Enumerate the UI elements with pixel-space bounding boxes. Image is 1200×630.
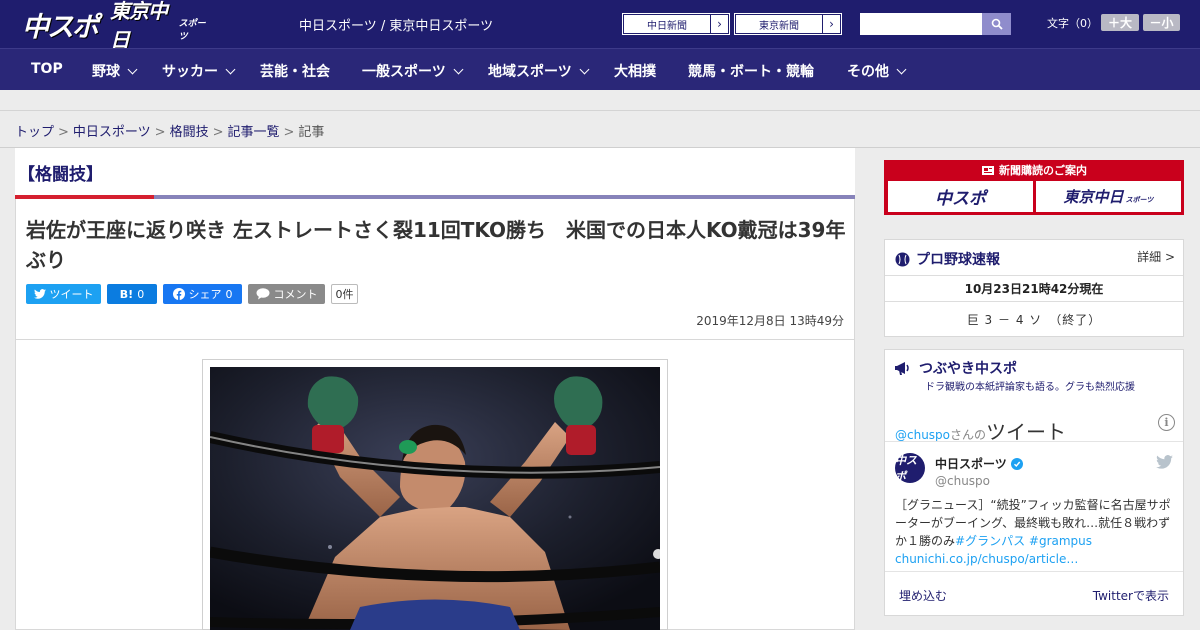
tweet-account-handle[interactable]: @chuspo xyxy=(935,474,990,488)
comment-bubble-icon xyxy=(256,288,269,300)
search-button[interactable] xyxy=(982,13,1011,35)
ad-chuspo-logo[interactable]: 中スポ xyxy=(888,181,1033,212)
search-input[interactable] xyxy=(860,13,982,35)
font-larger-button[interactable]: ＋大 xyxy=(1101,14,1139,31)
baseball-scores-widget: プロ野球速報 詳細 > 10月23日21時42分現在 巨 3 － 4 ソ （終了… xyxy=(884,239,1184,337)
nav-item-top[interactable]: TOP xyxy=(31,61,63,77)
hatena-bookmark-button[interactable]: B! 0 xyxy=(107,284,157,304)
tokyo-shimbun-link[interactable]: 東京新聞 › xyxy=(734,13,842,35)
twitter-widget-subtitle: ドラ観戦の本紙評論家も語る。グラも熱烈応援 xyxy=(925,382,1135,393)
header-spacer xyxy=(0,90,1200,111)
nav-item-sumo[interactable]: 大相撲 xyxy=(614,61,656,81)
article-photo[interactable] xyxy=(210,367,660,630)
nav-item-general-sports[interactable]: 一般スポーツ xyxy=(362,61,464,81)
category-label: 【格闘技】 xyxy=(18,165,103,185)
main-nav: TOP 野球 サッカー 芸能・社会 一般スポーツ 地域スポーツ 大相撲 競馬・ボ… xyxy=(0,48,1200,90)
breadcrumb-article-list[interactable]: 記事一覧 xyxy=(228,125,280,140)
divider xyxy=(885,275,1183,276)
nav-item-other[interactable]: その他 xyxy=(847,61,907,81)
tweet-text: ［グラニュース］“続投”フィッカ監督に名古屋サポーターがブーイング、最終戦も敗れ… xyxy=(895,498,1171,566)
chevron-down-icon xyxy=(579,64,590,75)
baseball-score[interactable]: 巨 3 － 4 ソ （終了） xyxy=(885,311,1183,328)
tokyo-chunichi-logo[interactable]: 東京中日 スポーツ xyxy=(110,0,210,52)
nav-item-entertainment[interactable]: 芸能・社会 xyxy=(260,61,330,81)
search-icon xyxy=(991,18,1003,30)
chunichi-shimbun-link[interactable]: 中日新聞 › xyxy=(622,13,730,35)
breadcrumb: トップ > 中日スポーツ > 格闘技 > 記事一覧 > 記事 xyxy=(15,125,325,140)
subscription-title: 新聞購読のご案内 xyxy=(884,162,1184,178)
chevron-right-icon: › xyxy=(711,14,729,34)
nav-item-local-sports[interactable]: 地域スポーツ xyxy=(488,61,590,81)
baseball-update-time: 10月23日21時42分現在 xyxy=(964,282,1104,296)
publish-date: 2019年12月8日 13時49分 xyxy=(696,314,844,328)
facebook-icon xyxy=(172,288,185,300)
divider xyxy=(885,441,1183,442)
baseball-widget-title: プロ野球速報 xyxy=(895,249,1000,269)
boxer-photo xyxy=(210,367,660,630)
breadcrumb-top[interactable]: トップ xyxy=(15,125,54,140)
twitter-bird-icon xyxy=(33,289,46,299)
view-on-twitter-link[interactable]: Twitterで表示 xyxy=(1093,587,1169,604)
article-divider xyxy=(15,339,855,340)
tweet-button[interactable]: ツイート xyxy=(26,284,101,304)
chevron-down-icon xyxy=(225,64,236,75)
tweet-account-name[interactable]: 中日スポーツ xyxy=(935,455,1023,472)
nav-item-racing[interactable]: 競馬・ボート・競輪 xyxy=(688,61,814,81)
newspaper-icon xyxy=(982,165,994,175)
twitter-widget-title: つぶやき中スポ xyxy=(895,358,1017,378)
timeline-header: @chuspoさんのツイート i xyxy=(895,402,1175,444)
hatena-icon: B! xyxy=(119,287,134,301)
ad-tokyo-chunichi-logo[interactable]: 東京中日 スポーツ xyxy=(1036,181,1181,212)
site-header: 中スポ 東京中日 スポーツ 中日スポーツ / 東京中日スポーツ 中日新聞 › 東京… xyxy=(0,0,1200,52)
chevron-down-icon xyxy=(127,64,138,75)
comment-count: 0件 xyxy=(331,284,358,304)
hashtag-link[interactable]: #grampus xyxy=(1029,534,1092,548)
twitter-widget: つぶやき中スポ ドラ観戦の本紙評論家も語る。グラも熱烈応援 @chuspoさんの… xyxy=(884,349,1184,616)
chevron-right-icon: › xyxy=(823,14,841,34)
article-headline: 岩佐が王座に返り咲き 左ストレートさく裂11回TKO勝ち 米国での日本人KO戴冠… xyxy=(26,218,846,272)
tweet-url-link[interactable]: chunichi.co.jp/chuspo/article… xyxy=(895,552,1078,566)
font-smaller-button[interactable]: －小 xyxy=(1143,14,1180,31)
embed-link[interactable]: 埋め込む xyxy=(899,587,947,604)
avatar[interactable]: 中スポ xyxy=(895,453,925,483)
divider xyxy=(885,301,1183,302)
nav-item-soccer[interactable]: サッカー xyxy=(162,61,236,81)
chuspo-logo[interactable]: 中スポ xyxy=(22,6,102,43)
breadcrumb-current: 記事 xyxy=(298,125,325,140)
breadcrumb-martial-arts[interactable]: 格闘技 xyxy=(170,125,209,140)
header-site-names: 中日スポーツ / 東京中日スポーツ xyxy=(299,19,494,34)
baseball-detail-link[interactable]: 詳細 > xyxy=(1137,248,1175,265)
baseball-icon xyxy=(895,252,910,266)
verified-badge-icon xyxy=(1010,457,1023,470)
facebook-share-button[interactable]: シェア 0 xyxy=(163,284,242,304)
twitter-bird-icon[interactable] xyxy=(1156,454,1173,473)
megaphone-icon xyxy=(895,362,909,375)
subscription-banner[interactable]: 新聞購読のご案内 中スポ 東京中日 スポーツ xyxy=(884,160,1184,215)
chevron-down-icon xyxy=(453,64,464,75)
divider xyxy=(885,571,1183,572)
chevron-down-icon xyxy=(896,64,907,75)
info-icon[interactable]: i xyxy=(1158,414,1175,431)
comment-button[interactable]: コメント xyxy=(248,284,325,304)
nav-item-baseball[interactable]: 野球 xyxy=(92,61,138,81)
hashtag-link[interactable]: #グランパス xyxy=(955,534,1025,548)
font-size-label: 文字（0） xyxy=(1047,17,1098,30)
breadcrumb-chunichi-sports[interactable]: 中日スポーツ xyxy=(73,125,151,140)
